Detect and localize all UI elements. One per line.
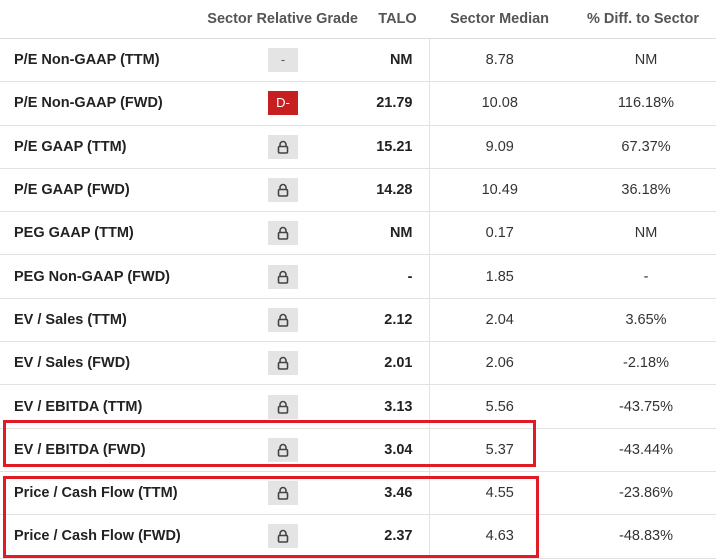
sector-median-value: 5.37 (428, 428, 570, 472)
table-row: P/E Non-GAAP (FWD) D- 21.79 10.08 116.18% (0, 81, 716, 126)
sector-median-value: 1.85 (428, 254, 570, 299)
diff-value: 3.65% (570, 298, 716, 343)
metric-label: PEG GAAP (TTM) (0, 211, 196, 256)
ticker-value: 14.28 (366, 168, 429, 213)
table-row: EV / EBITDA (TTM) 3.13 5.56 -43.75% (0, 384, 716, 429)
table-row: PEG GAAP (TTM) NM 0.17 NM (0, 211, 716, 256)
metric-label: EV / Sales (FWD) (0, 341, 196, 386)
valuation-table: Sector Relative Grade TALO Sector Median… (0, 0, 716, 559)
header-sector-relative-grade[interactable]: Sector Relative Grade (196, 0, 366, 39)
table-row: EV / Sales (TTM) 2.12 2.04 3.65% (0, 298, 716, 343)
metric-label: PEG Non-GAAP (FWD) (0, 254, 196, 299)
ticker-value: 15.21 (366, 125, 429, 169)
ticker-value: 3.46 (366, 471, 429, 516)
metric-label: P/E Non-GAAP (FWD) (0, 81, 196, 126)
table-row: Price / Cash Flow (TTM) 3.46 4.55 -23.86% (0, 471, 716, 516)
grade-badge: D- (268, 91, 298, 116)
lock-icon[interactable] (268, 221, 298, 246)
sector-median-value: 10.08 (428, 81, 570, 126)
lock-icon[interactable] (268, 307, 298, 332)
grade-cell (196, 428, 366, 472)
table-row: P/E Non-GAAP (TTM) - NM 8.78 NM (0, 38, 716, 83)
table-row: P/E GAAP (TTM) 15.21 9.09 67.37% (0, 125, 716, 169)
diff-value: NM (570, 38, 716, 83)
diff-value: -2.18% (570, 341, 716, 386)
diff-value: -43.75% (570, 384, 716, 429)
lock-icon[interactable] (268, 481, 298, 506)
metric-label: P/E GAAP (FWD) (0, 168, 196, 213)
ticker-value: 2.12 (366, 298, 429, 343)
ticker-value: NM (366, 211, 429, 256)
grade-cell (196, 471, 366, 516)
sector-median-value: 4.63 (428, 514, 570, 559)
grade-badge: - (268, 48, 298, 73)
ticker-value: 2.01 (366, 341, 429, 386)
sector-median-value: 10.49 (428, 168, 570, 213)
diff-value: - (570, 254, 716, 299)
diff-value: -43.44% (570, 428, 716, 472)
metric-label: EV / Sales (TTM) (0, 298, 196, 343)
sector-median-value: 4.55 (428, 471, 570, 516)
metric-label: P/E Non-GAAP (TTM) (0, 38, 196, 83)
lock-icon[interactable] (268, 437, 298, 462)
metric-label: EV / EBITDA (TTM) (0, 384, 196, 429)
ticker-value: 2.37 (366, 514, 429, 559)
table-row: P/E GAAP (FWD) 14.28 10.49 36.18% (0, 168, 716, 213)
diff-value: 36.18% (570, 168, 716, 213)
grade-cell (196, 298, 366, 343)
header-metric (0, 0, 196, 39)
sector-median-value: 0.17 (428, 211, 570, 256)
ticker-value: 3.13 (366, 384, 429, 429)
grade-cell (196, 254, 366, 299)
ticker-value: 21.79 (366, 81, 429, 126)
lock-icon[interactable] (268, 134, 298, 159)
lock-icon[interactable] (268, 264, 298, 289)
grade-cell: - (196, 38, 366, 83)
metric-label: EV / EBITDA (FWD) (0, 428, 196, 472)
diff-value: NM (570, 211, 716, 256)
metric-label: Price / Cash Flow (TTM) (0, 471, 196, 516)
sector-median-value: 2.04 (428, 298, 570, 343)
table-header-row: Sector Relative Grade TALO Sector Median… (0, 0, 716, 39)
grade-cell (196, 384, 366, 429)
grade-cell (196, 341, 366, 386)
diff-value: 67.37% (570, 125, 716, 169)
grade-cell (196, 211, 366, 256)
lock-icon[interactable] (268, 524, 298, 549)
grade-cell (196, 125, 366, 169)
table-row: Price / Cash Flow (FWD) 2.37 4.63 -48.83% (0, 514, 716, 559)
header-sector-median[interactable]: Sector Median (429, 0, 570, 39)
grade-cell (196, 514, 366, 559)
table-row: EV / EBITDA (FWD) 3.04 5.37 -43.44% (0, 428, 716, 472)
metric-label: P/E GAAP (TTM) (0, 125, 196, 169)
diff-value: -48.83% (570, 514, 716, 559)
header-diff-to-sector[interactable]: % Diff. to Sector (570, 0, 716, 39)
table-row: PEG Non-GAAP (FWD) -1.85- (0, 254, 716, 299)
lock-icon[interactable] (268, 394, 298, 419)
lock-icon[interactable] (268, 351, 298, 376)
header-ticker[interactable]: TALO (366, 0, 429, 39)
ticker-value: 3.04 (366, 428, 429, 472)
diff-value: 116.18% (570, 81, 716, 126)
metric-label: Price / Cash Flow (FWD) (0, 514, 196, 559)
ticker-value: - (366, 254, 429, 299)
sector-median-value: 8.78 (428, 38, 570, 83)
table-row: EV / Sales (FWD) 2.01 2.06 -2.18% (0, 341, 716, 386)
ticker-value: NM (366, 38, 429, 83)
lock-icon[interactable] (268, 178, 298, 203)
grade-cell (196, 168, 366, 213)
sector-median-value: 9.09 (428, 125, 570, 169)
grade-cell: D- (196, 81, 366, 126)
sector-median-value: 5.56 (428, 384, 570, 429)
diff-value: -23.86% (570, 471, 716, 516)
sector-median-value: 2.06 (428, 341, 570, 386)
